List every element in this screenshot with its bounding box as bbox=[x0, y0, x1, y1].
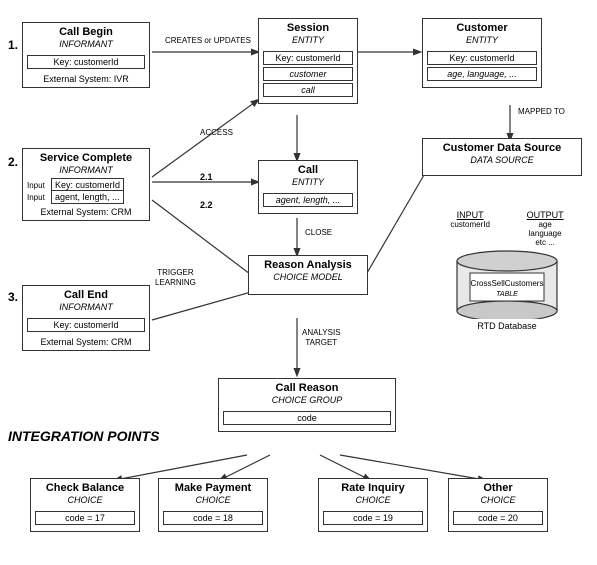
label-22: 2.2 bbox=[200, 200, 213, 210]
session-field3: call bbox=[263, 83, 353, 97]
label-21: 2.1 bbox=[200, 172, 213, 182]
input-label: INPUT customerId bbox=[450, 210, 490, 247]
call-begin-title: Call Begin bbox=[23, 23, 149, 39]
check-balance-box: Check Balance CHOICE code = 17 bbox=[30, 478, 140, 532]
rate-inquiry-box: Rate Inquiry CHOICE code = 19 bbox=[318, 478, 428, 532]
call-end-title: Call End bbox=[23, 286, 149, 302]
customer-data-source-subtitle: DATA SOURCE bbox=[423, 155, 581, 169]
svg-text:TABLE: TABLE bbox=[496, 291, 518, 298]
db-labels: INPUT customerId OUTPUT age language etc… bbox=[432, 210, 582, 247]
customer-title: Customer bbox=[423, 19, 541, 35]
check-balance-code: code = 17 bbox=[35, 511, 135, 525]
creates-updates-label: CREATES or UPDATES bbox=[165, 36, 251, 46]
call-subtitle: ENTITY bbox=[259, 177, 357, 191]
session-box: Session ENTITY Key: customerId customer … bbox=[258, 18, 358, 104]
call-end-box: Call End INFORMANT Key: customerId Exter… bbox=[22, 285, 150, 351]
call-end-input1: Key: customerId bbox=[27, 318, 145, 332]
call-field1: agent, length, ... bbox=[263, 193, 353, 207]
cylinder-svg: CrossSellCustomers TABLE bbox=[452, 249, 562, 319]
call-title: Call bbox=[259, 161, 357, 177]
output-label: OUTPUT age language etc ... bbox=[527, 210, 564, 247]
integration-points-label: INTEGRATION POINTS bbox=[8, 428, 159, 444]
rtd-db-area: INPUT customerId OUTPUT age language etc… bbox=[432, 210, 582, 331]
call-begin-input1: Key: customerId bbox=[27, 55, 145, 69]
reason-analysis-subtitle: CHOICE MODEL bbox=[249, 272, 367, 286]
make-payment-code: code = 18 bbox=[163, 511, 263, 525]
check-balance-subtitle: CHOICE bbox=[31, 495, 139, 509]
other-box: Other CHOICE code = 20 bbox=[448, 478, 548, 532]
call-begin-external: External System: IVR bbox=[23, 71, 149, 87]
svg-text:CrossSellCustomers: CrossSellCustomers bbox=[471, 279, 544, 288]
service-complete-input-label2: Input agent, length, ... bbox=[23, 191, 149, 205]
session-title: Session bbox=[259, 19, 357, 35]
make-payment-box: Make Payment CHOICE code = 18 bbox=[158, 478, 268, 532]
customer-box: Customer ENTITY Key: customerId age, lan… bbox=[422, 18, 542, 88]
call-reason-title: Call Reason bbox=[219, 379, 395, 395]
service-complete-subtitle: INFORMANT bbox=[23, 165, 149, 179]
customer-subtitle: ENTITY bbox=[423, 35, 541, 49]
call-box: Call ENTITY agent, length, ... bbox=[258, 160, 358, 214]
rtd-label: RTD Database bbox=[432, 321, 582, 331]
call-reason-subtitle: CHOICE GROUP bbox=[219, 395, 395, 409]
customer-field1: Key: customerId bbox=[427, 51, 537, 65]
make-payment-title: Make Payment bbox=[159, 479, 267, 495]
check-balance-title: Check Balance bbox=[31, 479, 139, 495]
service-complete-box: Service Complete INFORMANT Input Key: cu… bbox=[22, 148, 150, 221]
make-payment-subtitle: CHOICE bbox=[159, 495, 267, 509]
section-1: 1. bbox=[8, 38, 18, 52]
call-begin-box: Call Begin INFORMANT Key: customerId Ext… bbox=[22, 22, 150, 88]
reason-analysis-title: Reason Analysis bbox=[249, 256, 367, 272]
section-2: 2. bbox=[8, 155, 18, 169]
rate-inquiry-subtitle: CHOICE bbox=[319, 495, 427, 509]
session-field1: Key: customerId bbox=[263, 51, 353, 65]
other-title: Other bbox=[449, 479, 547, 495]
close-label: CLOSE bbox=[305, 228, 332, 237]
customer-field2: age, language, ... bbox=[427, 67, 537, 81]
call-reason-field1: code bbox=[223, 411, 391, 425]
session-field2: customer bbox=[263, 67, 353, 81]
rate-inquiry-title: Rate Inquiry bbox=[319, 479, 427, 495]
session-subtitle: ENTITY bbox=[259, 35, 357, 49]
analysis-target-label: ANALYSISTARGET bbox=[302, 328, 341, 347]
reason-analysis-box: Reason Analysis CHOICE MODEL bbox=[248, 255, 368, 295]
other-subtitle: CHOICE bbox=[449, 495, 547, 509]
service-complete-title: Service Complete bbox=[23, 149, 149, 165]
other-code: code = 20 bbox=[453, 511, 543, 525]
access-label: ACCESS bbox=[200, 128, 233, 137]
service-complete-external: External System: CRM bbox=[23, 205, 149, 220]
section-3: 3. bbox=[8, 290, 18, 304]
customer-data-source-box: Customer Data Source DATA SOURCE bbox=[422, 138, 582, 176]
diagram-container: 1. 2. 3. Call Begin INFORMANT Key: custo… bbox=[0, 0, 597, 565]
call-end-external: External System: CRM bbox=[23, 334, 149, 350]
rate-inquiry-code: code = 19 bbox=[323, 511, 423, 525]
mapped-to-label: MAPPED TO bbox=[518, 107, 565, 116]
call-begin-subtitle: INFORMANT bbox=[23, 39, 149, 53]
trigger-learning-label: TRIGGERLEARNING bbox=[155, 268, 196, 287]
call-end-subtitle: INFORMANT bbox=[23, 302, 149, 316]
customer-data-source-title: Customer Data Source bbox=[423, 139, 581, 155]
call-reason-box: Call Reason CHOICE GROUP code bbox=[218, 378, 396, 432]
